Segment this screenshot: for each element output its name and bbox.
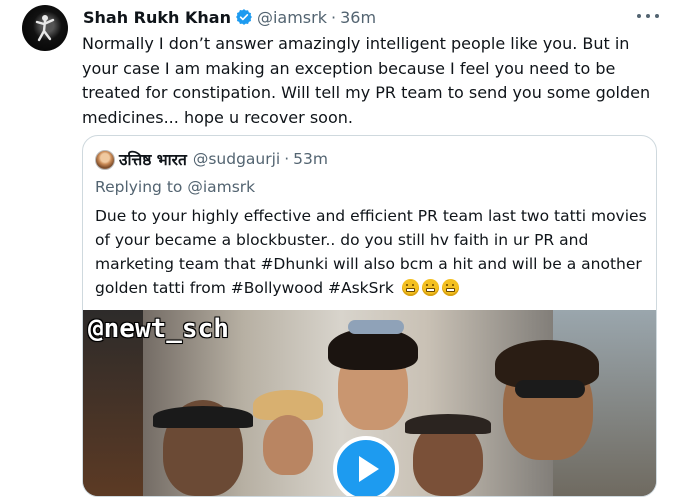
verified-badge-icon [236, 9, 252, 25]
avatar-figure-icon [35, 15, 55, 42]
play-triangle [359, 456, 379, 482]
video-watermark: @newt_sch [88, 314, 229, 344]
scene-figure [328, 328, 418, 370]
quoted-header: उत्तिष्ठ भारत @sudgaurji · 53m [119, 148, 328, 170]
video-thumbnail[interactable]: @newt_sch [83, 310, 656, 496]
play-icon[interactable] [333, 436, 399, 496]
scene-figure [153, 406, 253, 428]
scene-figure [348, 320, 404, 334]
more-options-icon[interactable] [636, 8, 660, 24]
quoted-tweet[interactable]: उत्तिष्ठ भारत @sudgaurji · 53m Replying … [82, 135, 657, 497]
grimacing-face-icon [401, 279, 419, 296]
quoted-text: Due to your highly effective and efficie… [95, 204, 647, 300]
replying-mention[interactable]: @iamsrk [187, 178, 255, 196]
grimacing-face-icon [421, 279, 439, 296]
scene-figure [263, 415, 313, 475]
author-name[interactable]: Shah Rukh Khan [83, 8, 231, 27]
quoted-text-body: Due to your highly effective and efficie… [95, 207, 647, 297]
author-handle[interactable]: @iamsrk [257, 8, 327, 27]
replying-to: Replying to @iamsrk [95, 178, 255, 196]
avatar[interactable] [22, 5, 68, 51]
quoted-avatar[interactable] [95, 150, 115, 170]
tweet-text: Normally I don’t answer amazingly intell… [82, 34, 656, 127]
scene-figure [515, 380, 585, 398]
replying-label: Replying to [95, 178, 183, 196]
grimacing-face-icon [441, 279, 459, 296]
separator-dot: · [284, 150, 290, 168]
scene-figure [405, 414, 491, 434]
quoted-timestamp[interactable]: 53m [293, 150, 328, 168]
tweet-header: Shah Rukh Khan @iamsrk · 36m [83, 6, 376, 28]
quoted-author-handle[interactable]: @sudgaurji [193, 150, 280, 168]
tweet-timestamp[interactable]: 36m [340, 8, 376, 27]
quoted-author-name[interactable]: उत्तिष्ठ भारत [119, 148, 187, 170]
separator-dot: · [330, 7, 337, 27]
